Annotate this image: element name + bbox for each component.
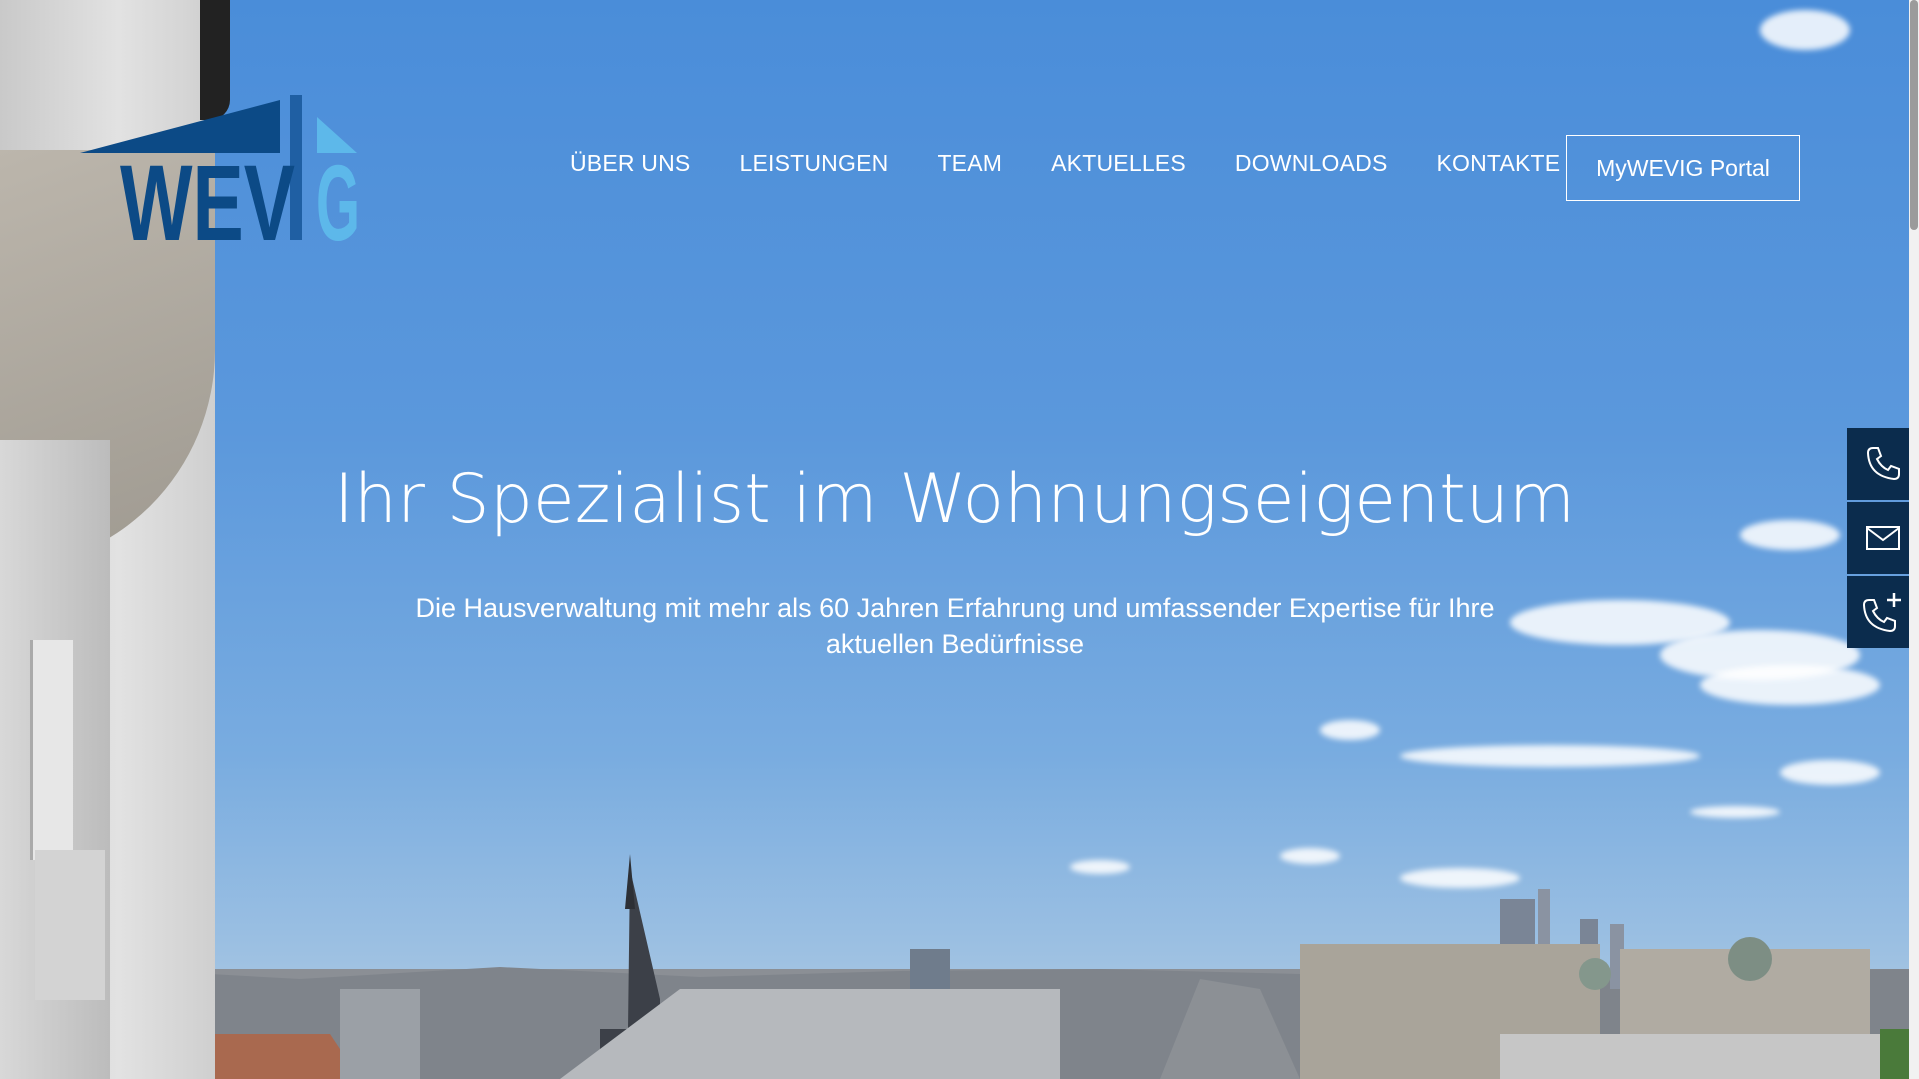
phone-plus-icon [1862,593,1901,633]
mywevig-portal-button[interactable]: MyWEVIG Portal [1566,135,1800,201]
wevig-logo[interactable]: WEV G [80,95,360,245]
balcony-rail-lower [35,850,105,1000]
svg-text:WEV: WEV [120,142,295,245]
hero-subtext: Die Hausverwaltung mit mehr als 60 Jahre… [415,593,1495,659]
hero-headline: Ihr Spezialist im Wohnungseigentum [333,460,1576,539]
nav-item-team[interactable]: TEAM [937,150,1002,177]
nav-item-aktuelles[interactable]: AKTUELLES [1051,150,1186,177]
scrollbar-thumb[interactable] [1910,0,1918,230]
city-skyline [0,854,1909,1079]
nav-item-ueber-uns[interactable]: ÜBER UNS [570,150,690,177]
nav-item-leistungen[interactable]: LEISTUNGEN [739,150,888,177]
nav-item-kontakte[interactable]: KONTAKTE [1436,150,1560,177]
mail-icon [1866,526,1900,550]
balcony-rail [30,640,73,860]
main-nav: ÜBER UNS LEISTUNGEN TEAM AKTUELLES DOWNL… [570,150,1609,177]
phone-icon [1866,447,1900,481]
nav-item-downloads[interactable]: DOWNLOADS [1235,150,1388,177]
page-scrollbar[interactable] [1909,0,1919,1079]
svg-text:G: G [316,142,360,245]
